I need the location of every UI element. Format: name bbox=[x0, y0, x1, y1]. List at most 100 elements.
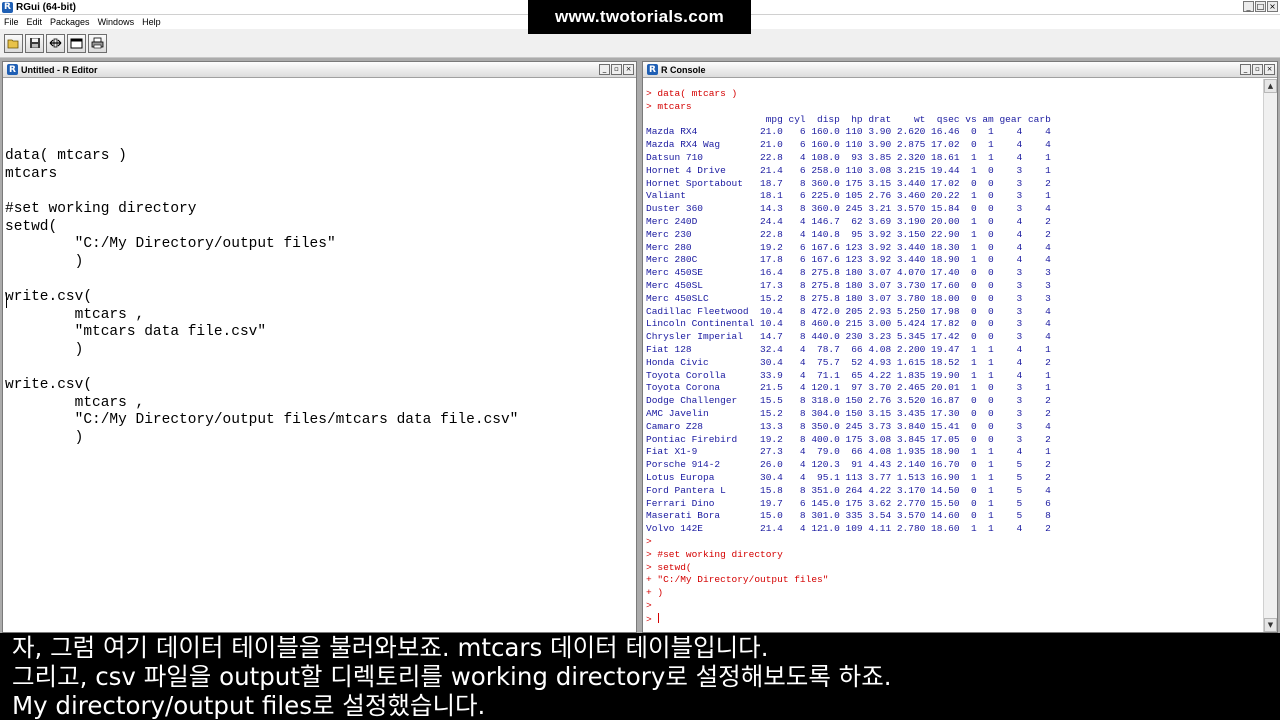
app-window-controls: _ □ × bbox=[1243, 1, 1278, 12]
console-command-line: > setwd( bbox=[646, 561, 692, 573]
code-line: setwd( bbox=[5, 219, 58, 235]
console-table-row: Ford Pantera L 15.8 8 351.0 264 4.22 3.1… bbox=[646, 484, 1051, 496]
editor-window-controls: _ ▫ × bbox=[599, 64, 634, 75]
code-line: data( mtcars ) bbox=[5, 148, 127, 164]
save-icon[interactable] bbox=[25, 33, 44, 53]
console-table-row: Toyota Corona 21.5 4 120.1 97 3.70 2.465… bbox=[646, 382, 1051, 394]
window-icon[interactable] bbox=[67, 33, 86, 53]
console-table-row: Mazda RX4 Wag 21.0 6 160.0 110 3.90 2.87… bbox=[646, 139, 1051, 151]
code-editor[interactable]: data( mtcars ) mtcars #set working direc… bbox=[3, 79, 636, 632]
console-table-row: Toyota Corolla 33.9 4 71.1 65 4.22 1.835… bbox=[646, 369, 1051, 381]
r-editor-title: Untitled - R Editor bbox=[21, 64, 98, 75]
r-editor-titlebar[interactable]: R Untitled - R Editor _ ▫ × bbox=[3, 62, 636, 78]
console-table-row: Lotus Europa 30.4 4 95.1 113 3.77 1.513 … bbox=[646, 472, 1051, 483]
console-table-row: Fiat 128 32.4 4 78.7 66 4.08 2.200 19.47… bbox=[646, 344, 1051, 355]
console-table-row: Camaro Z28 13.3 8 350.0 245 3.73 3.840 1… bbox=[646, 420, 1051, 432]
menu-file[interactable]: File bbox=[4, 17, 19, 27]
subtitle-line: 그리고, csv 파일을 output할 디렉토리를 working direc… bbox=[12, 662, 892, 691]
code-line: write.csv( bbox=[5, 289, 93, 305]
close-icon[interactable]: × bbox=[1264, 64, 1275, 75]
code-line: "C:/My Directory/output files" bbox=[5, 236, 336, 252]
menu-windows[interactable]: Windows bbox=[98, 17, 135, 27]
console-table-row: Valiant 18.1 6 225.0 105 2.76 3.460 20.2… bbox=[646, 190, 1051, 202]
console-table-row: Merc 450SL 17.3 8 275.8 180 3.07 3.730 1… bbox=[646, 280, 1051, 291]
code-line: mtcars bbox=[5, 166, 58, 182]
code-line: #set working directory bbox=[5, 201, 197, 217]
restore-icon[interactable]: ▫ bbox=[1252, 64, 1263, 75]
print-icon[interactable] bbox=[88, 33, 107, 53]
r-logo-icon: R bbox=[2, 1, 13, 13]
console-table-row: Cadillac Fleetwood 10.4 8 472.0 205 2.93… bbox=[646, 305, 1051, 317]
console-command-line: > bbox=[646, 612, 660, 625]
console-command-line: > bbox=[646, 600, 652, 611]
console-scrollbar[interactable]: ▲ ▼ bbox=[1263, 79, 1277, 632]
console-table-row: Datsun 710 22.8 4 108.0 93 3.85 2.320 18… bbox=[646, 152, 1051, 163]
console-table-row: Hornet 4 Drive 21.4 6 258.0 110 3.08 3.2… bbox=[646, 164, 1051, 176]
text-cursor bbox=[6, 293, 7, 308]
console-table-row: Mazda RX4 21.0 6 160.0 110 3.90 2.620 16… bbox=[646, 126, 1051, 138]
console-table-row: Merc 240D 24.4 4 146.7 62 3.69 3.190 20.… bbox=[646, 216, 1051, 227]
console-command-line: + ) bbox=[646, 587, 664, 599]
console-table-row: Hornet Sportabout 18.7 8 360.0 175 3.15 … bbox=[646, 177, 1051, 189]
console-table-row: Merc 230 22.8 4 140.8 95 3.92 3.150 22.9… bbox=[646, 228, 1051, 240]
r-logo-icon: R bbox=[7, 64, 18, 75]
console-command-line: > data( mtcars ) bbox=[646, 88, 738, 99]
subtitle-line: My directory/output files로 설정했습니다. bbox=[12, 691, 486, 720]
console-table-row: Volvo 142E 21.4 4 121.0 109 4.11 2.780 1… bbox=[646, 523, 1051, 535]
console-table-row: Honda Civic 30.4 4 75.7 52 4.93 1.615 18… bbox=[646, 356, 1051, 368]
code-line: mtcars , bbox=[5, 395, 145, 411]
console-table-row: Fiat X1-9 27.3 4 79.0 66 4.08 1.935 18.9… bbox=[646, 446, 1051, 458]
console-table-row: Maserati Bora 15.0 8 301.0 335 3.54 3.57… bbox=[646, 510, 1051, 522]
r-console-window: R R Console _ ▫ × > data( mtcars ) > mtca… bbox=[642, 61, 1278, 633]
restore-icon[interactable]: ▫ bbox=[611, 64, 622, 75]
subtitle-line: 자, 그럼 여기 데이터 테이블을 불러와보죠. mtcars 데이터 테이블입… bbox=[12, 633, 769, 662]
console-table-row: Chrysler Imperial 14.7 8 440.0 230 3.23 … bbox=[646, 331, 1051, 343]
r-logo-icon: R bbox=[647, 64, 658, 75]
code-line: write.csv( bbox=[5, 377, 93, 393]
console-command-line: + "C:/My Directory/output files" bbox=[646, 574, 829, 586]
return-to-console-icon[interactable] bbox=[46, 33, 65, 53]
console-table-row: Porsche 914-2 26.0 4 120.3 91 4.43 2.140… bbox=[646, 459, 1051, 471]
console-table-row: Merc 450SE 16.4 8 275.8 180 3.07 4.070 1… bbox=[646, 267, 1051, 279]
code-line: "mtcars data file.csv" bbox=[5, 324, 267, 340]
r-console-titlebar[interactable]: R R Console _ ▫ × bbox=[643, 62, 1277, 78]
code-line: ) bbox=[5, 254, 84, 270]
minimize-icon[interactable]: _ bbox=[599, 64, 610, 75]
maximize-icon[interactable]: □ bbox=[1255, 1, 1266, 12]
console-table-row: Dodge Challenger 15.5 8 318.0 150 2.76 3… bbox=[646, 395, 1051, 407]
code-line: mtcars , bbox=[5, 307, 145, 323]
minimize-icon[interactable]: _ bbox=[1240, 64, 1251, 75]
code-line: ) bbox=[5, 342, 84, 358]
menu-edit[interactable]: Edit bbox=[27, 17, 43, 27]
scroll-up-icon[interactable]: ▲ bbox=[1264, 79, 1277, 93]
app-title: RGui (64-bit) bbox=[16, 1, 76, 13]
console-table-row: Lincoln Continental 10.4 8 460.0 215 3.0… bbox=[646, 318, 1051, 330]
console-table-header: mpg cyl disp hp drat wt qsec vs am gear … bbox=[646, 113, 1051, 125]
scroll-down-icon[interactable]: ▼ bbox=[1264, 618, 1277, 632]
console-command-line: > #set working directory bbox=[646, 548, 783, 560]
console-command-line: > bbox=[646, 536, 652, 547]
close-icon[interactable]: × bbox=[623, 64, 634, 75]
code-line: ) bbox=[5, 430, 84, 446]
minimize-icon[interactable]: _ bbox=[1243, 1, 1254, 12]
subtitle-bar: 자, 그럼 여기 데이터 테이블을 불러와보죠. mtcars 데이터 테이블입… bbox=[0, 633, 1280, 720]
console-table-row: Merc 450SLC 15.2 8 275.8 180 3.07 3.780 … bbox=[646, 292, 1051, 304]
mdi-workspace: R Untitled - R Editor _ ▫ × data( mtcars… bbox=[0, 58, 1280, 633]
r-editor-window: R Untitled - R Editor _ ▫ × data( mtcars… bbox=[2, 61, 637, 633]
code-line: "C:/My Directory/output files/mtcars dat… bbox=[5, 412, 519, 428]
open-folder-icon[interactable] bbox=[4, 33, 23, 53]
close-icon[interactable]: × bbox=[1267, 1, 1278, 12]
console-cursor bbox=[658, 612, 660, 623]
console-table-row: Pontiac Firebird 19.2 8 400.0 175 3.08 3… bbox=[646, 433, 1051, 445]
console-window-controls: _ ▫ × bbox=[1240, 64, 1275, 75]
console-command-line: > mtcars bbox=[646, 100, 692, 112]
menu-packages[interactable]: Packages bbox=[50, 17, 90, 27]
console-table-row: AMC Javelin 15.2 8 304.0 150 3.15 3.435 … bbox=[646, 408, 1051, 419]
watermark-banner: www.twotorials.com bbox=[528, 0, 751, 34]
console-output[interactable]: > data( mtcars ) > mtcars mpg cyl disp hp… bbox=[643, 79, 1263, 632]
console-table-row: Ferrari Dino 19.7 6 145.0 175 3.62 2.770… bbox=[646, 497, 1051, 509]
r-console-title: R Console bbox=[661, 64, 706, 75]
console-table-row: Merc 280C 17.8 6 167.6 123 3.92 3.440 18… bbox=[646, 254, 1051, 266]
console-table-row: Merc 280 19.2 6 167.6 123 3.92 3.440 18.… bbox=[646, 241, 1051, 253]
menu-help[interactable]: Help bbox=[142, 17, 161, 27]
